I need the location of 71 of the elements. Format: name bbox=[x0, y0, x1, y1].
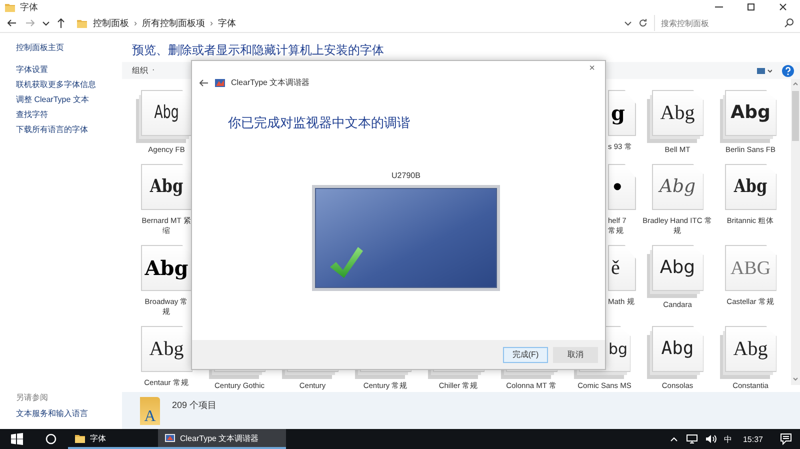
font-sample: ABG bbox=[730, 258, 771, 278]
font-sample: Abg bbox=[154, 104, 179, 122]
font-sample: Abg bbox=[144, 258, 188, 278]
dialog-button[interactable]: 完成(F) bbox=[503, 346, 548, 362]
font-file-icon[interactable]: • bbox=[608, 164, 636, 210]
breadcrumb-separator: › bbox=[210, 18, 213, 28]
speaker-icon[interactable] bbox=[704, 434, 717, 444]
font-sample: Abg bbox=[730, 104, 770, 122]
font-file-icon[interactable]: Abg bbox=[140, 326, 192, 372]
font-sample: Abg bbox=[149, 339, 184, 359]
item-count: 209 个项目 bbox=[172, 399, 217, 412]
folder-icon bbox=[4, 1, 16, 13]
help-icon[interactable] bbox=[782, 64, 794, 76]
font-sample: Abg bbox=[660, 103, 695, 123]
font-sample: Abg bbox=[733, 339, 768, 359]
font-sample: bg bbox=[608, 342, 628, 356]
windows-start-icon[interactable] bbox=[11, 433, 23, 445]
maximize-icon[interactable] bbox=[746, 2, 756, 12]
see-also-title: 另请参阅 bbox=[16, 392, 49, 403]
font-sample: Abg bbox=[150, 178, 184, 196]
monitor-icon bbox=[164, 432, 176, 444]
font-sample: Abg bbox=[659, 178, 696, 196]
caret-icon[interactable]: · bbox=[152, 65, 155, 76]
folder-icon bbox=[74, 432, 86, 444]
sidebar-link[interactable]: 查找字符 bbox=[16, 109, 122, 120]
window-title: 字体 bbox=[20, 0, 38, 14]
taskbar-app[interactable]: ClearType 文本调谐器 bbox=[158, 429, 286, 449]
notification-icon[interactable] bbox=[780, 433, 792, 445]
font-sample: Abg bbox=[660, 259, 696, 277]
breadcrumb[interactable]: 控制面板 bbox=[93, 16, 129, 30]
font-sample: ě bbox=[611, 258, 620, 278]
sidebar-link[interactable]: 控制面板主页 bbox=[16, 42, 122, 53]
organize-menu[interactable]: 组织 bbox=[132, 65, 148, 76]
sidebar-link[interactable]: 文本服务和输入语言 bbox=[16, 408, 122, 419]
refresh-icon[interactable] bbox=[638, 17, 648, 29]
up-arrow-icon[interactable] bbox=[56, 17, 66, 29]
font-folder-icon: A bbox=[140, 397, 160, 425]
close-icon[interactable] bbox=[778, 2, 788, 12]
view-icon[interactable] bbox=[756, 66, 772, 76]
sidebar-link[interactable]: 调整 ClearType 文本 bbox=[16, 94, 122, 105]
back-arrow-icon[interactable] bbox=[6, 17, 18, 29]
font-file-icon[interactable]: ABG bbox=[724, 245, 776, 291]
dialog-title: ClearType 文本调谐器 bbox=[231, 77, 310, 88]
breadcrumb[interactable]: 所有控制面板项 bbox=[142, 16, 205, 30]
page-heading: 预览、删除或者显示和隐藏计算机上安装的字体 bbox=[131, 42, 385, 59]
font-file-icon[interactable]: Abg bbox=[140, 164, 192, 210]
clock[interactable]: 15:37 bbox=[742, 434, 763, 444]
font-sample: g bbox=[611, 103, 625, 123]
font-sample: Abg bbox=[734, 178, 768, 196]
font-sample: Abg bbox=[661, 340, 694, 358]
sidebar-link[interactable]: 字体设置 bbox=[16, 64, 122, 75]
scrollbar[interactable] bbox=[791, 79, 800, 385]
breadcrumb[interactable]: 字体 bbox=[218, 16, 236, 30]
font-file-icon[interactable]: Abg bbox=[140, 245, 192, 291]
search-field[interactable]: 搜索控制面板 bbox=[654, 15, 782, 31]
close-button[interactable]: × bbox=[589, 63, 595, 75]
monitor-icon bbox=[215, 78, 225, 88]
dialog-button[interactable]: 取消 bbox=[553, 346, 598, 362]
folder-icon bbox=[76, 17, 88, 29]
completion-message: 你已完成对监视器中文本的调谐 bbox=[227, 114, 411, 132]
font-file-icon[interactable]: Abg bbox=[724, 164, 776, 210]
font-file-icon[interactable]: g bbox=[608, 90, 636, 136]
font-file-icon[interactable]: ě bbox=[608, 245, 636, 291]
font-sample: • bbox=[611, 177, 624, 197]
input-method-indicator[interactable]: 中 bbox=[724, 434, 732, 444]
breadcrumb-separator: › bbox=[134, 18, 137, 28]
font-file-icon[interactable]: Abg bbox=[652, 164, 704, 210]
back-arrow-icon[interactable] bbox=[199, 78, 209, 88]
monitor-name: U2790B bbox=[392, 171, 420, 180]
sidebar-link[interactable]: 下载所有语言的字体 bbox=[16, 124, 122, 135]
sidebar-link[interactable]: 联机获取更多字体信息 bbox=[16, 79, 122, 90]
